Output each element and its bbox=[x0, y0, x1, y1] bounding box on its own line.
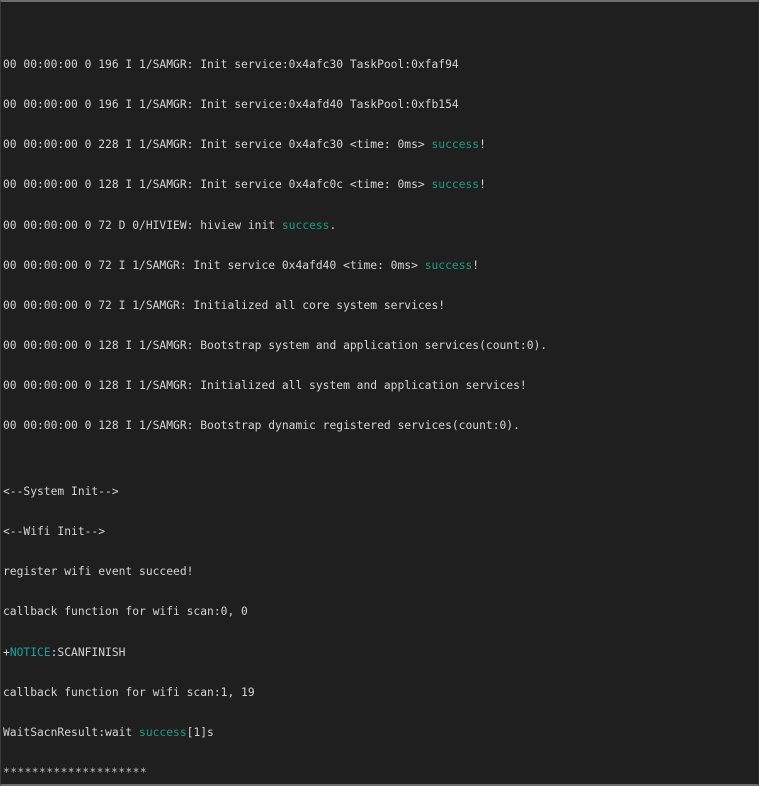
log-line: 00 00:00:00 0 128 I 1/SAMGR: Bootstrap d… bbox=[3, 419, 758, 432]
separator-line: ******************** bbox=[3, 766, 758, 779]
log-line: 00 00:00:00 0 196 I 1/SAMGR: Init servic… bbox=[3, 98, 758, 111]
log-text: 00 00:00:00 0 72 D 0/HIVIEW: hiview init bbox=[3, 218, 282, 232]
log-text: 00 00:00:00 0 128 I 1/SAMGR: Init servic… bbox=[3, 178, 432, 192]
log-line: 00 00:00:00 0 72 I 1/SAMGR: Init service… bbox=[3, 259, 758, 272]
log-line: 00 00:00:00 0 196 I 1/SAMGR: Init servic… bbox=[3, 58, 758, 71]
log-text: 00 00:00:00 0 128 I 1/SAMGR: Bootstrap s… bbox=[3, 338, 548, 352]
wait-scan-result-line: WaitSacnResult:wait success[1]s bbox=[3, 726, 758, 739]
log-text: 00 00:00:00 0 128 I 1/SAMGR: Initialized… bbox=[3, 378, 527, 392]
wifi-init-text: <--Wifi Init--> bbox=[3, 525, 106, 539]
log-suffix: ! bbox=[479, 138, 486, 152]
log-line: 00 00:00:00 0 72 I 1/SAMGR: Initialized … bbox=[3, 299, 758, 312]
status-success: success bbox=[431, 178, 480, 192]
log-suffix: ! bbox=[479, 178, 486, 192]
register-event-text: register wifi event succeed! bbox=[3, 565, 194, 579]
notice-scanfinish-line: +NOTICE:SCANFINISH bbox=[3, 646, 758, 659]
log-line: 00 00:00:00 0 228 I 1/SAMGR: Init servic… bbox=[3, 138, 758, 151]
notice-plus: + bbox=[3, 645, 10, 659]
terminal-window[interactable]: 00 00:00:00 0 196 I 1/SAMGR: Init servic… bbox=[0, 0, 759, 786]
status-success: success bbox=[424, 258, 473, 272]
log-text: 00 00:00:00 0 128 I 1/SAMGR: Bootstrap d… bbox=[3, 418, 520, 432]
log-text: 00 00:00:00 0 72 I 1/SAMGR: Initialized … bbox=[3, 298, 446, 312]
log-text: 00 00:00:00 0 196 I 1/SAMGR: Init servic… bbox=[3, 98, 459, 112]
register-event-line: register wifi event succeed! bbox=[3, 565, 758, 578]
log-line: 00 00:00:00 0 72 D 0/HIVIEW: hiview init… bbox=[3, 219, 758, 232]
scan-callback-text: callback function for wifi scan:0, 0 bbox=[3, 605, 248, 619]
wait-scan-prefix: WaitSacnResult:wait bbox=[3, 725, 140, 739]
status-success: success bbox=[431, 138, 480, 152]
system-init-text: <--System Init--> bbox=[3, 485, 119, 499]
notice-tag: NOTICE bbox=[9, 645, 51, 659]
wait-scan-suffix: [1]s bbox=[186, 725, 214, 739]
scan-callback-line: callback function for wifi scan:1, 19 bbox=[3, 686, 758, 699]
scan-callback-text: callback function for wifi scan:1, 19 bbox=[3, 685, 255, 699]
log-line: 00 00:00:00 0 128 I 1/SAMGR: Initialized… bbox=[3, 379, 758, 392]
system-init-marker: <--System Init--> bbox=[3, 485, 758, 498]
wifi-init-marker: <--Wifi Init--> bbox=[3, 525, 758, 538]
status-success: success bbox=[281, 218, 330, 232]
log-line: 00 00:00:00 0 128 I 1/SAMGR: Bootstrap s… bbox=[3, 339, 758, 352]
scan-callback-line: callback function for wifi scan:0, 0 bbox=[3, 605, 758, 618]
log-text: 00 00:00:00 0 72 I 1/SAMGR: Init service… bbox=[3, 258, 425, 272]
log-text: 00 00:00:00 0 196 I 1/SAMGR: Init servic… bbox=[3, 58, 459, 72]
log-line: 00 00:00:00 0 128 I 1/SAMGR: Init servic… bbox=[3, 178, 758, 191]
log-text: 00 00:00:00 0 228 I 1/SAMGR: Init servic… bbox=[3, 138, 432, 152]
terminal-screen[interactable]: 00 00:00:00 0 196 I 1/SAMGR: Init servic… bbox=[1, 2, 758, 784]
status-success: success bbox=[139, 725, 187, 739]
separator-text: ******************** bbox=[3, 765, 148, 779]
log-suffix: ! bbox=[472, 258, 480, 272]
notice-body: :SCANFINISH bbox=[50, 645, 126, 659]
log-suffix: . bbox=[329, 218, 337, 232]
